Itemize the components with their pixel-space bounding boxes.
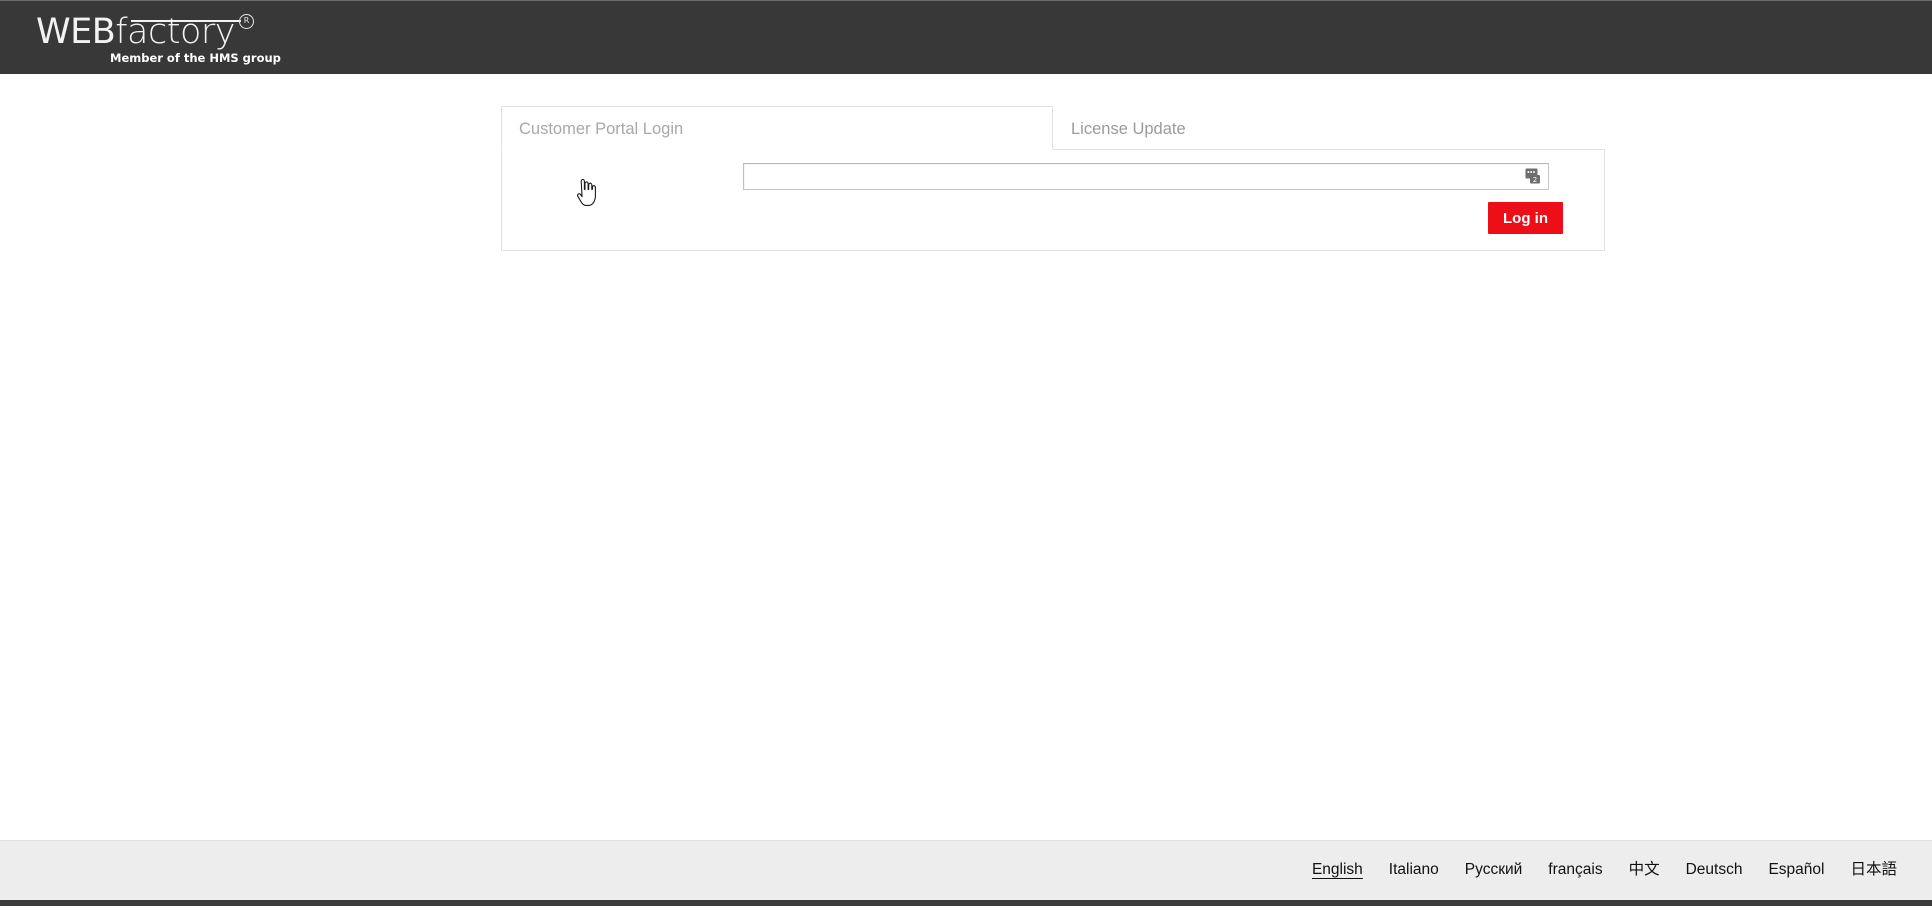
- key-picker-icon[interactable]: 2: [1523, 166, 1543, 186]
- language-link-japanese[interactable]: 日本語: [1837, 859, 1910, 881]
- language-link-russian[interactable]: Русский: [1452, 859, 1536, 881]
- main-content: Customer Portal Login License Update Pro…: [0, 74, 1932, 840]
- svg-text:2: 2: [1533, 176, 1537, 184]
- language-link-italiano[interactable]: Italiano: [1376, 859, 1452, 881]
- logo-tagline: Member of the HMS group: [110, 51, 281, 65]
- bottom-accent-bar: [0, 900, 1932, 906]
- product-key-input-wrap: 2: [743, 163, 1549, 190]
- language-link-english[interactable]: English: [1299, 859, 1376, 881]
- logo-underline-bar: [131, 20, 241, 22]
- language-link-francais[interactable]: français: [1535, 859, 1615, 881]
- logo-wordmark: WEBfactory: [36, 13, 235, 51]
- language-link-espanol[interactable]: Español: [1755, 859, 1837, 881]
- registered-trademark-icon: R: [239, 14, 254, 29]
- language-selector: English Italiano Русский français 中文 Deu…: [1299, 841, 1910, 899]
- login-panel: Customer Portal Login License Update Pro…: [501, 106, 1605, 251]
- tab-customer-portal-login[interactable]: Customer Portal Login: [501, 106, 1053, 150]
- app-header: WEBfactory R Member of the HMS group: [0, 0, 1932, 74]
- tab-license-update-label: License Update: [1071, 120, 1186, 138]
- webfactory-logo: WEBfactory R Member of the HMS group: [36, 13, 281, 65]
- language-link-chinese[interactable]: 中文: [1616, 859, 1673, 881]
- login-form-body: Product Key: 2: [501, 149, 1605, 251]
- logo-web-text: WEB: [36, 12, 116, 52]
- login-button-row: Log in: [502, 202, 1606, 238]
- product-key-row: Product Key: 2: [502, 163, 1606, 193]
- product-key-input[interactable]: [743, 163, 1549, 190]
- login-button[interactable]: Log in: [1488, 202, 1563, 234]
- tab-license-update[interactable]: License Update: [1053, 106, 1605, 150]
- language-link-deutsch[interactable]: Deutsch: [1673, 859, 1756, 881]
- logo-factory-text: factory: [115, 12, 235, 52]
- tab-customer-portal-login-label: Customer Portal Login: [519, 120, 684, 138]
- app-footer: English Italiano Русский français 中文 Deu…: [0, 840, 1932, 900]
- panel-tabs: Customer Portal Login License Update: [501, 106, 1605, 150]
